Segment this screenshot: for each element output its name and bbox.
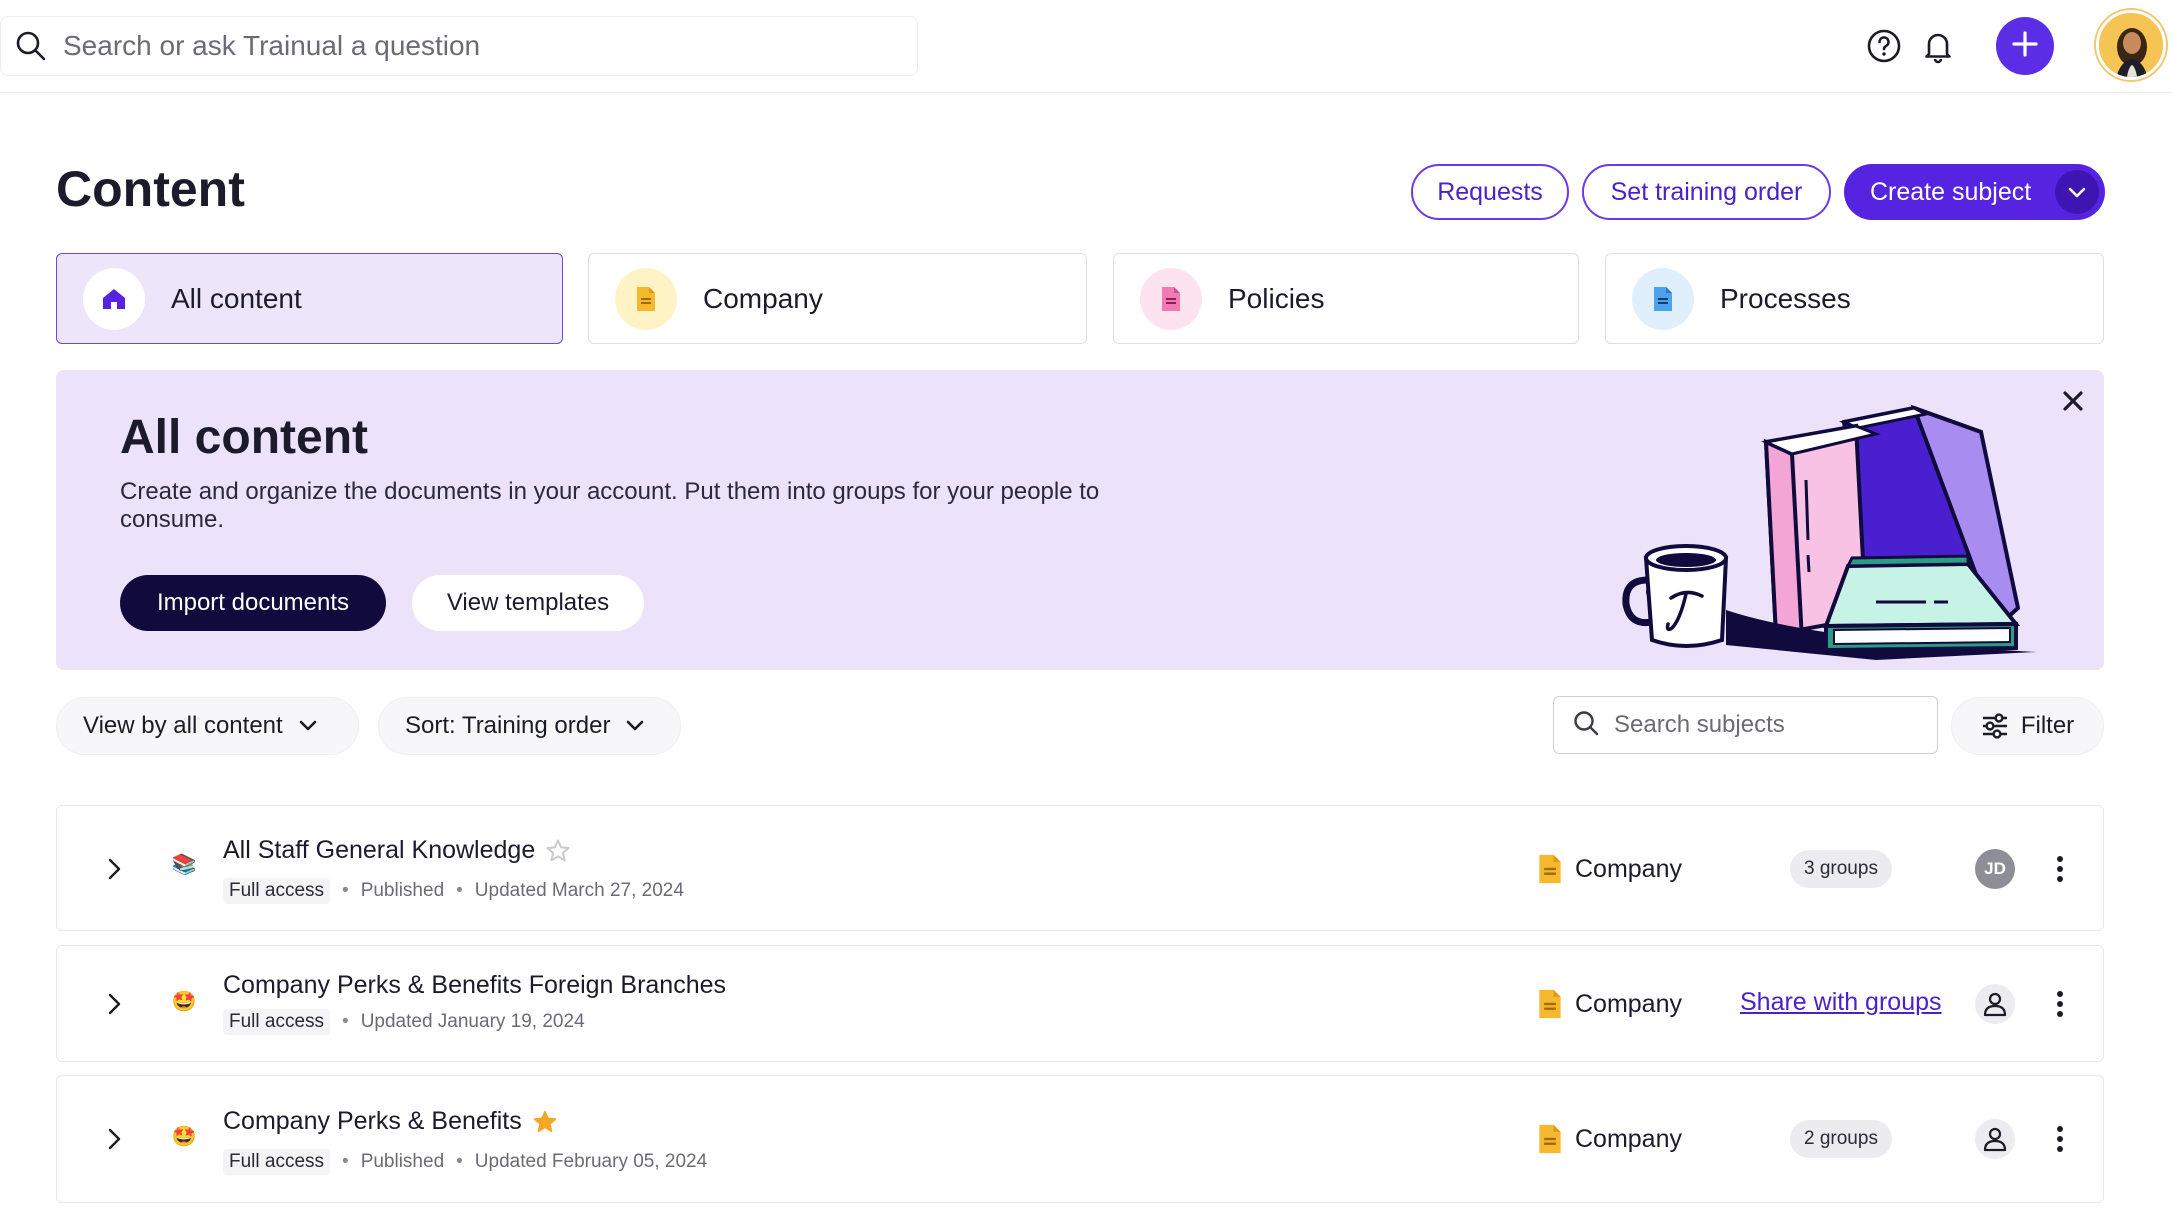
separator: • xyxy=(342,880,349,901)
access-badge: Full access xyxy=(223,1009,331,1035)
tab-label: Policies xyxy=(1228,282,1325,314)
subject-title-text: All Staff General Knowledge xyxy=(223,836,536,864)
chevron-right-icon[interactable] xyxy=(99,1124,129,1154)
updated-text: Updated February 05, 2024 xyxy=(474,1151,708,1172)
subject-title-text: Company Perks & Benefits Foreign Branche… xyxy=(223,971,727,999)
separator: • xyxy=(456,880,463,901)
chevron-right-icon[interactable] xyxy=(99,854,129,884)
access-badge: Full access xyxy=(223,1149,331,1175)
avatar[interactable] xyxy=(2096,10,2166,80)
document-icon xyxy=(1632,267,1694,330)
banner-description: Create and organize the documents in you… xyxy=(120,478,1100,533)
global-search-input[interactable] xyxy=(63,30,863,62)
status-text: Published xyxy=(360,880,445,901)
sliders-icon xyxy=(1981,713,2009,739)
bell-icon[interactable] xyxy=(1918,26,1958,66)
plus-icon xyxy=(2010,29,2040,64)
more-icon[interactable] xyxy=(2050,1119,2070,1159)
close-icon[interactable] xyxy=(2056,384,2090,418)
subject-emoji: 🤩 xyxy=(171,1126,197,1148)
search-icon xyxy=(1572,709,1600,742)
subject-search-input[interactable] xyxy=(1614,711,1924,739)
groups-badge[interactable]: 2 groups xyxy=(1790,1120,1892,1158)
category-label: Company xyxy=(1575,1124,1682,1153)
star-outline-icon[interactable] xyxy=(545,838,571,864)
subject-emoji: 📚 xyxy=(171,854,197,876)
tab-policies[interactable]: Policies xyxy=(1113,253,1579,344)
access-badge: Full access xyxy=(223,878,331,904)
view-templates-button[interactable]: View templates xyxy=(412,575,644,631)
banner-title: All content xyxy=(120,411,368,464)
separator: • xyxy=(456,1151,463,1172)
tab-company[interactable]: Company xyxy=(588,253,1087,344)
owner-avatar[interactable]: JD xyxy=(1975,849,2015,889)
add-button[interactable] xyxy=(1996,17,2054,75)
chevron-right-icon[interactable] xyxy=(99,989,129,1019)
import-documents-button[interactable]: Import documents xyxy=(120,575,386,631)
subject-meta: Full access • Published • Updated Februa… xyxy=(223,1149,707,1175)
subject-row[interactable]: 🤩 Company Perks & Benefits Full access •… xyxy=(56,1075,2104,1203)
page-title: Content xyxy=(56,161,245,217)
category-label: Company xyxy=(1575,989,1682,1018)
tab-processes[interactable]: Processes xyxy=(1605,253,2104,344)
document-icon xyxy=(1537,988,1563,1020)
subject-title[interactable]: All Staff General Knowledge xyxy=(223,836,571,865)
sort-dropdown[interactable]: Sort: Training order xyxy=(378,697,681,755)
groups-badge[interactable]: 3 groups xyxy=(1790,850,1892,888)
tab-label: Processes xyxy=(1720,282,1851,314)
tab-all-content[interactable]: All content xyxy=(56,253,563,344)
create-subject-label: Create subject xyxy=(1870,177,2032,206)
share-with-groups-link[interactable]: Share with groups xyxy=(1740,988,1942,1017)
updated-text: Updated January 19, 2024 xyxy=(360,1011,585,1032)
books-illustration xyxy=(1622,404,2036,660)
category: Company xyxy=(1537,1123,1682,1155)
create-subject-button[interactable]: Create subject xyxy=(1844,164,2105,220)
info-banner: All content Create and organize the docu… xyxy=(56,370,2104,670)
person-icon[interactable] xyxy=(1975,984,2015,1024)
subject-row[interactable]: 🤩 Company Perks & Benefits Foreign Branc… xyxy=(56,945,2104,1062)
set-training-order-button[interactable]: Set training order xyxy=(1582,164,1831,220)
help-icon[interactable] xyxy=(1864,26,1904,66)
view-by-dropdown[interactable]: View by all content xyxy=(56,697,359,755)
document-icon xyxy=(1537,853,1563,885)
person-icon[interactable] xyxy=(1975,1119,2015,1159)
subject-title[interactable]: Company Perks & Benefits Foreign Branche… xyxy=(223,971,726,1000)
sort-label: Sort: Training order xyxy=(405,712,611,739)
subject-meta: Full access • Published • Updated March … xyxy=(223,878,684,904)
subject-row[interactable]: 📚 All Staff General Knowledge Full acces… xyxy=(56,805,2104,931)
separator: • xyxy=(342,1151,349,1172)
star-filled-icon[interactable] xyxy=(532,1109,558,1135)
top-bar xyxy=(0,0,2172,93)
document-icon xyxy=(1537,1123,1563,1155)
chevron-down-icon[interactable] xyxy=(2055,170,2099,214)
view-by-label: View by all content xyxy=(83,712,283,739)
chevron-down-icon xyxy=(624,715,646,737)
separator: • xyxy=(342,1011,349,1032)
subject-search[interactable] xyxy=(1553,696,1938,754)
chevron-down-icon xyxy=(297,715,319,737)
more-icon[interactable] xyxy=(2050,984,2070,1024)
home-icon xyxy=(83,267,145,330)
requests-button[interactable]: Requests xyxy=(1411,164,1569,220)
subject-title[interactable]: Company Perks & Benefits xyxy=(223,1107,558,1136)
category: Company xyxy=(1537,988,1682,1020)
subject-meta: Full access • Updated January 19, 2024 xyxy=(223,1009,585,1035)
document-icon xyxy=(1140,267,1202,330)
document-icon xyxy=(615,267,677,330)
more-icon[interactable] xyxy=(2050,849,2070,889)
updated-text: Updated March 27, 2024 xyxy=(474,880,684,901)
search-icon xyxy=(15,29,49,63)
subject-title-text: Company Perks & Benefits xyxy=(223,1107,522,1135)
global-search[interactable] xyxy=(0,16,918,76)
category: Company xyxy=(1537,853,1682,885)
status-text: Published xyxy=(360,1151,445,1172)
filter-label: Filter xyxy=(2020,712,2075,739)
subject-emoji: 🤩 xyxy=(171,991,197,1013)
filter-button[interactable]: Filter xyxy=(1951,697,2104,755)
category-label: Company xyxy=(1575,854,1682,883)
tab-label: All content xyxy=(171,282,302,314)
tab-label: Company xyxy=(703,282,823,314)
